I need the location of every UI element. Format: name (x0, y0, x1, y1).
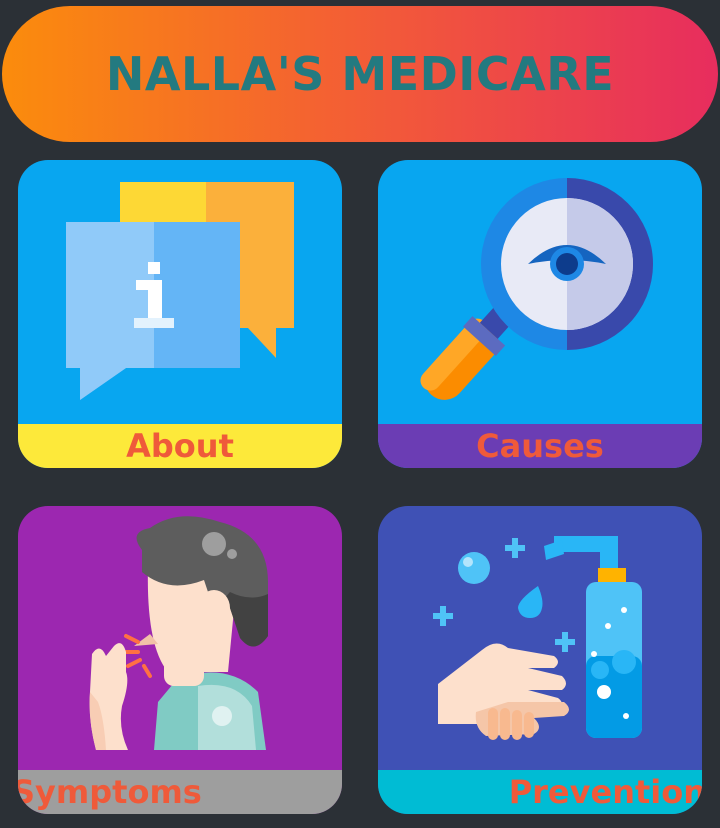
symptoms-card[interactable]: Symptoms (18, 506, 342, 814)
causes-label: Causes (476, 427, 604, 465)
hand-wash-icon (433, 536, 642, 740)
app-title: NALLA'S MEDICARE (105, 47, 615, 101)
about-card[interactable]: About (18, 160, 342, 468)
symptoms-footer: Symptoms (18, 770, 342, 814)
causes-card[interactable]: Causes (378, 160, 702, 468)
causes-footer: Causes (378, 424, 702, 468)
prevention-card[interactable]: Prevention (378, 506, 702, 814)
coughing-person-icon (89, 516, 268, 750)
app-header: NALLA'S MEDICARE (2, 6, 718, 142)
info-chat-icon (66, 182, 294, 400)
prevention-label: Prevention (508, 773, 702, 811)
symptoms-label: Symptoms (18, 773, 202, 811)
magnifier-eye-icon (420, 178, 653, 400)
about-footer: About (18, 424, 342, 468)
about-label: About (126, 427, 234, 465)
prevention-footer: Prevention (378, 770, 702, 814)
